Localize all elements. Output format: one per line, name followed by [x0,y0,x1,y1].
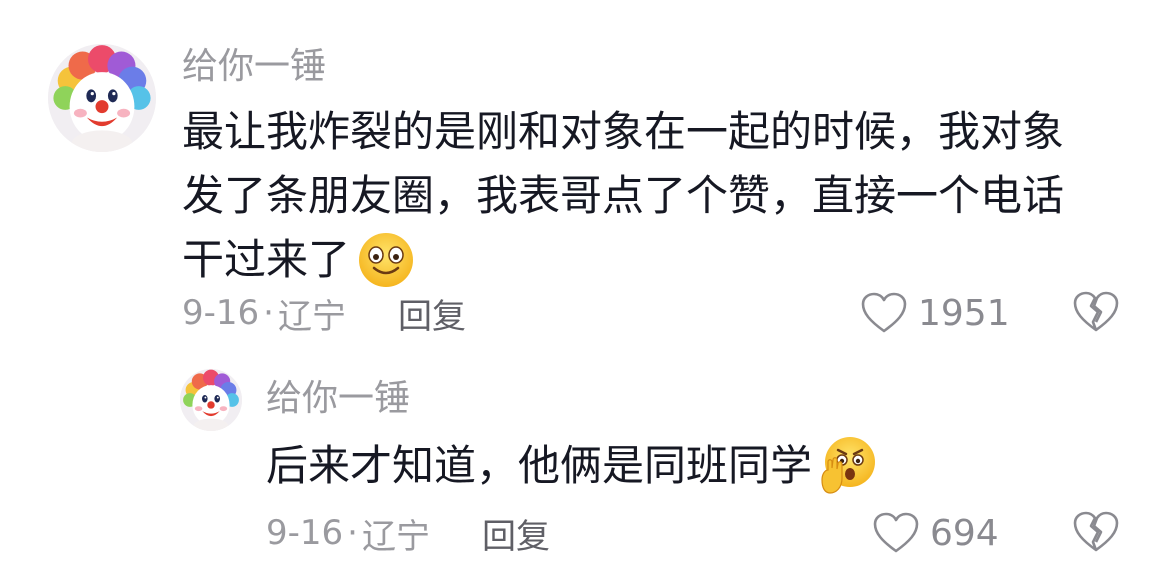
comment-text: 最让我炸裂的是刚和对象在一起的时候，我对象发了条朋友圈，我表哥点了个赞，直接一个… [182,100,1102,292]
comment-date: 9-16 [266,513,344,553]
reply-button[interactable]: 回复 [482,509,550,558]
username[interactable]: 给你一锤 [266,376,410,422]
meta-separator: · [263,293,274,333]
dislike-button[interactable] [1072,510,1120,558]
clown-avatar-icon [180,369,242,431]
comment-date: 9-16 [182,293,260,333]
comment-meta: 9-16 · 辽宁 回复 [182,289,466,338]
shocked-face-emoji-icon [816,434,878,496]
like-count: 1951 [918,292,1010,334]
meta-separator: · [347,513,358,553]
avatar[interactable] [48,44,156,152]
username[interactable]: 给你一锤 [182,44,326,90]
comment-location: 辽宁 [361,516,430,557]
like-button[interactable]: 694 [872,508,999,558]
smiling-face-emoji-icon [356,230,416,290]
comment-location: 辽宁 [277,296,346,337]
comment-text: 后来才知道，他俩是同班同学 [266,434,1106,498]
heart-outline-icon [860,291,908,335]
avatar[interactable] [180,369,242,431]
like-button[interactable]: 1951 [860,288,1010,338]
comment-text-body: 最让我炸裂的是刚和对象在一起的时候，我对象发了条朋友圈，我表哥点了个赞，直接一个… [182,107,1065,284]
reply-button[interactable]: 回复 [398,289,466,338]
dislike-button[interactable] [1072,290,1120,338]
heart-outline-icon [872,511,920,555]
comment-meta: 9-16 · 辽宁 回复 [266,509,550,558]
broken-heart-outline-icon [1072,290,1120,334]
like-count: 694 [930,512,999,554]
comment-text-body: 后来才知道，他俩是同班同学 [266,441,813,490]
clown-avatar-icon [48,44,156,152]
broken-heart-outline-icon [1072,510,1120,554]
